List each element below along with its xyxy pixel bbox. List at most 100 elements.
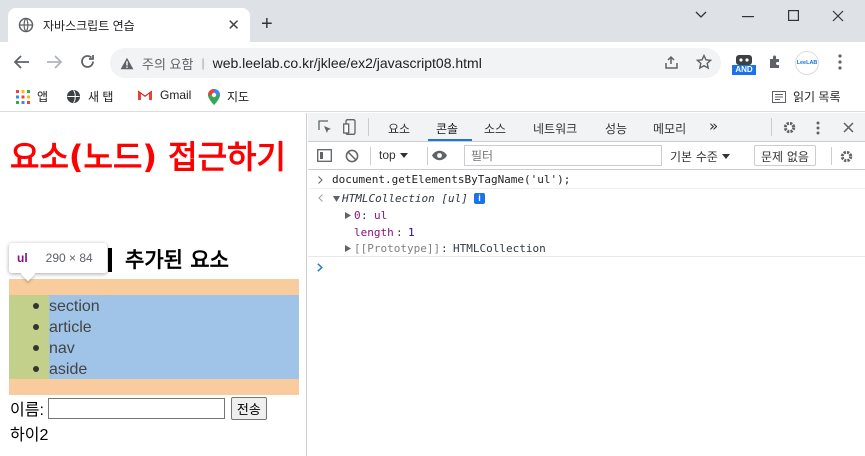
bookmark-label: 앱 xyxy=(37,90,49,104)
eye-icon[interactable] xyxy=(431,150,448,161)
share-icon[interactable] xyxy=(664,55,679,70)
clear-console-icon[interactable] xyxy=(345,149,359,163)
page-heading: 요소(노드) 접근하기 xyxy=(10,138,286,176)
prototype-value: HTMLCollection xyxy=(453,242,546,255)
name-label: 이름: xyxy=(10,402,44,419)
tab-title: 자바스크립트 연습 xyxy=(43,18,135,33)
collapsed-triangle-icon[interactable] xyxy=(345,245,351,252)
bookmark-apps[interactable]: 앱 xyxy=(16,88,48,105)
chevron-down-icon[interactable] xyxy=(695,11,707,19)
reading-list-label: 읽기 목록 xyxy=(793,90,841,104)
list-item: section xyxy=(49,298,100,315)
browser-tab[interactable]: 자바스크립트 연습 ✕ xyxy=(8,8,250,42)
console-filter-input[interactable] xyxy=(464,145,662,166)
bookmark-gmail[interactable]: Gmail xyxy=(137,88,191,102)
length-colon: : xyxy=(396,226,403,239)
bookmark-maps[interactable]: 지도 xyxy=(208,88,249,105)
bookmark-new-tab[interactable]: 새 탭 xyxy=(66,88,113,105)
sidebar-toggle-icon[interactable] xyxy=(317,149,332,162)
item-0-key: 0 xyxy=(354,209,361,222)
kebab-menu-icon[interactable] xyxy=(816,121,820,135)
url-text[interactable]: web.leelab.co.kr/jklee/ex2/javascript08.… xyxy=(213,55,482,71)
tooltip-tag: ul xyxy=(17,251,28,265)
star-icon[interactable] xyxy=(696,54,712,70)
reload-icon[interactable] xyxy=(79,53,96,70)
heading-bar xyxy=(108,248,112,272)
tab-memory[interactable]: 메모리 xyxy=(653,120,686,137)
inspect-element-icon[interactable] xyxy=(318,120,333,135)
device-toolbar-icon[interactable] xyxy=(343,119,358,135)
devtools-separator xyxy=(370,147,371,165)
tab-strip: 자바스크립트 연습 ✕ + xyxy=(0,0,865,42)
result-type[interactable]: HTMLCollection [ul] xyxy=(342,192,468,205)
bookmark-label: 지도 xyxy=(227,90,250,104)
devtools-separator xyxy=(368,118,369,136)
output-chevron-icon xyxy=(318,194,323,202)
browser-window: 자바스크립트 연습 ✕ + 주의 요함 | web.leelab.co.kr/j… xyxy=(0,0,865,456)
log-level-selector[interactable]: 기본 수준 xyxy=(670,148,730,165)
new-tab-button[interactable]: + xyxy=(261,14,273,34)
minimize-icon[interactable] xyxy=(742,16,754,18)
devtools-separator xyxy=(831,147,832,165)
info-badge-icon[interactable]: i xyxy=(474,193,485,204)
apps-grid-icon xyxy=(16,89,30,104)
tab-network[interactable]: 네트워크 xyxy=(533,120,577,137)
security-status[interactable]: 주의 요함 xyxy=(142,54,193,73)
reading-list-button[interactable]: 읽기 목록 xyxy=(772,88,841,105)
close-tab-icon[interactable]: ✕ xyxy=(227,16,240,34)
dropdown-arrow-icon xyxy=(721,154,730,159)
devtools-separator xyxy=(427,147,428,165)
tab-performance[interactable]: 성능 xyxy=(605,120,627,137)
console-toolbar: top 기본 수준 문제 없음 xyxy=(308,142,865,170)
maximize-icon[interactable] xyxy=(788,10,799,21)
leelab-text: LeeLAB xyxy=(796,60,818,66)
globe-icon xyxy=(18,17,34,33)
list-item: aside xyxy=(49,361,88,378)
warning-icon[interactable] xyxy=(120,57,134,70)
tab-elements[interactable]: 요소 xyxy=(388,120,410,137)
leelab-avatar[interactable]: LeeLAB xyxy=(795,51,819,75)
name-input[interactable] xyxy=(47,397,225,419)
console-output: document.getElementsByTagName('ul'); HTM… xyxy=(308,170,865,456)
gear-icon[interactable] xyxy=(839,149,854,164)
tab-sources[interactable]: 소스 xyxy=(484,120,506,137)
context-value: top xyxy=(379,148,396,162)
prototype-key: [[Prototype]] xyxy=(354,242,441,255)
reading-list-icon xyxy=(772,90,786,103)
close-devtools-icon[interactable] xyxy=(843,122,854,133)
forward-arrow-icon[interactable] xyxy=(46,54,63,70)
item-0-value[interactable]: ul xyxy=(374,209,387,222)
context-selector[interactable]: top xyxy=(379,148,408,162)
list-item: article xyxy=(49,319,92,336)
robot-icon xyxy=(736,55,752,65)
back-arrow-icon[interactable] xyxy=(13,54,30,70)
dropdown-arrow-icon xyxy=(399,152,408,158)
input-chevron-icon xyxy=(318,176,323,184)
console-command[interactable]: document.getElementsByTagName('ul'); xyxy=(332,173,570,186)
prompt-chevron-icon[interactable] xyxy=(317,263,323,272)
close-window-icon[interactable] xyxy=(832,10,844,22)
list-bullet xyxy=(33,345,39,351)
collapsed-triangle-icon[interactable] xyxy=(345,212,351,219)
console-command-row: document.getElementsByTagName('ul'); xyxy=(308,170,865,189)
address-bar[interactable]: 주의 요함 | web.leelab.co.kr/jklee/ex2/javas… xyxy=(110,48,721,78)
expanded-triangle-icon[interactable] xyxy=(333,196,340,202)
name-form: 이름: 전송 xyxy=(10,396,267,420)
output-text: 하이2 xyxy=(10,427,49,444)
bookmark-label: 새 탭 xyxy=(88,90,114,104)
kebab-menu-icon[interactable] xyxy=(838,54,842,70)
devtools-separator xyxy=(771,118,772,136)
gmail-icon xyxy=(137,90,153,100)
list-bullet xyxy=(33,303,39,309)
puzzle-icon[interactable] xyxy=(767,54,783,70)
issues-button[interactable]: 문제 없음 xyxy=(754,145,816,166)
list-bullet xyxy=(33,324,39,330)
globe-icon xyxy=(66,89,81,104)
gear-icon[interactable] xyxy=(782,120,797,135)
length-value: 1 xyxy=(408,226,415,239)
submit-button[interactable]: 전송 xyxy=(230,396,267,420)
tab-console[interactable]: 콘솔 xyxy=(436,120,458,137)
ul-highlight-margin: section article nav aside xyxy=(9,279,299,395)
more-tabs-button[interactable]: » xyxy=(709,117,718,135)
ext-and-icon[interactable]: AND xyxy=(732,52,756,76)
